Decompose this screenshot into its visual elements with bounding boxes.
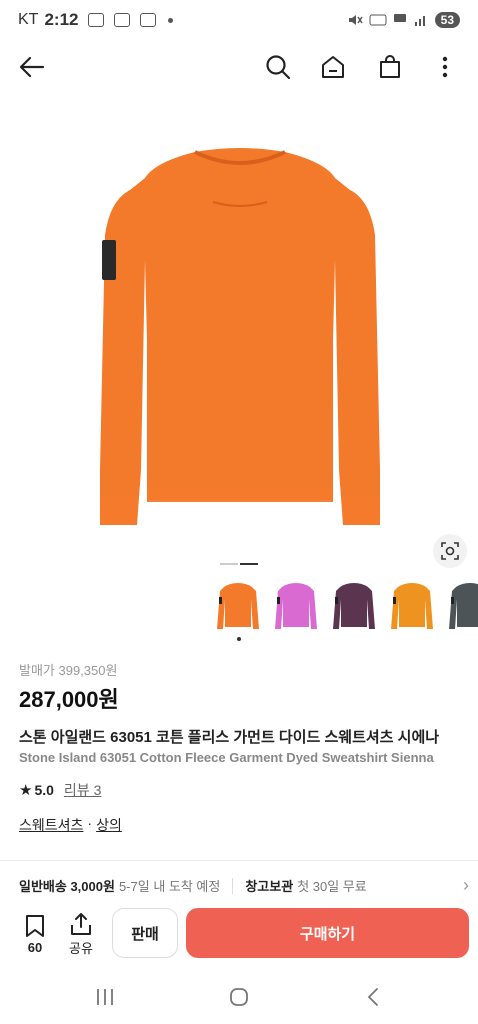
rating-row: ★ 5.0 리뷰 3 xyxy=(19,780,101,800)
product-title-korean: 스톤 아일랜드 63051 코튼 플리스 가먼트 다이드 스웨트셔츠 시에나 xyxy=(19,729,440,746)
image-indicator-1 xyxy=(220,563,238,565)
lens-icon xyxy=(441,542,459,560)
sweatshirt-thumbnail-icon xyxy=(449,583,478,629)
selected-thumbnail-dot xyxy=(237,637,241,641)
search-button[interactable] xyxy=(261,50,295,84)
bookmark-icon xyxy=(26,915,44,937)
color-thumbnail[interactable] xyxy=(214,578,262,636)
category-separator: · xyxy=(87,815,93,831)
home-system-button[interactable] xyxy=(224,984,254,1010)
more-vertical-icon xyxy=(442,56,448,78)
original-price: 발매가 399,350원 xyxy=(19,663,118,678)
sleeve-badge xyxy=(102,240,116,280)
sweatshirt-thumbnail-icon xyxy=(391,583,433,629)
clock: 2:12 xyxy=(44,10,79,29)
sweatshirt-thumbnail-icon xyxy=(217,583,259,629)
home-button[interactable] xyxy=(316,50,350,84)
divider xyxy=(0,860,478,861)
review-link[interactable]: 리뷰 3 xyxy=(64,780,101,800)
color-thumbnail[interactable] xyxy=(388,578,436,636)
pdf-notification-icon xyxy=(140,13,157,27)
star-icon: ★ xyxy=(19,782,33,799)
product-title-english: Stone Island 63051 Cotton Fleece Garment… xyxy=(19,750,434,765)
hd-icon xyxy=(369,14,387,26)
color-thumbnails xyxy=(214,578,478,640)
sweatshirt-image xyxy=(100,148,380,525)
network-5g-icon xyxy=(393,14,406,22)
back-button[interactable] xyxy=(15,50,49,84)
color-thumbnail[interactable] xyxy=(272,578,320,636)
sweatshirt-shape xyxy=(100,148,380,525)
system-navigation-bar xyxy=(0,970,478,1024)
search-icon xyxy=(266,55,291,80)
subcategory-link[interactable]: 상의 xyxy=(96,815,122,835)
standard-delivery-eta: 5-7일 내 도착 예정 xyxy=(118,879,221,894)
wishlist-count: 60 xyxy=(27,940,43,955)
recent-apps-icon xyxy=(97,989,113,1005)
delivery-info[interactable]: 일반배송 3,000원 5-7일 내 도착 예정 창고보관 첫 30일 무료 › xyxy=(19,875,469,896)
share-icon xyxy=(71,913,91,935)
color-thumbnail[interactable] xyxy=(330,578,378,636)
share-button[interactable]: 공유 xyxy=(64,912,98,957)
product-main-image[interactable] xyxy=(95,140,385,535)
image-search-button[interactable] xyxy=(433,534,467,568)
sweatshirt-thumbnail-icon xyxy=(333,583,375,629)
sweatshirt-thumbnail-icon xyxy=(275,583,317,629)
bottom-action-bar: 60 공유 판매 구매하기 xyxy=(0,900,478,970)
talk-notification-icon xyxy=(88,13,105,27)
color-thumbnail[interactable] xyxy=(446,578,478,636)
category-link[interactable]: 스웨트셔츠 xyxy=(19,815,83,835)
storage-label: 창고보관 xyxy=(245,879,294,894)
mute-icon xyxy=(348,15,363,25)
delivery-separator xyxy=(232,877,234,894)
home-circle-icon xyxy=(230,988,248,1006)
chevron-right-icon: › xyxy=(463,875,469,895)
carrier-label: KT xyxy=(18,11,39,28)
status-bar: KT 2:12 53 xyxy=(0,0,478,40)
storage-note: 첫 30일 무료 xyxy=(297,879,367,894)
battery-indicator: 53 xyxy=(434,12,460,28)
sell-button[interactable]: 판매 xyxy=(112,908,178,958)
category-row: 스웨트셔츠 · 상의 xyxy=(19,815,122,835)
home-icon xyxy=(322,56,344,78)
signal-icon xyxy=(414,16,425,26)
wishlist-button[interactable]: 60 xyxy=(18,914,52,955)
more-button[interactable] xyxy=(428,50,462,84)
top-navigation xyxy=(0,44,478,90)
image-indicator-2 xyxy=(240,563,258,565)
shopping-bag-icon xyxy=(380,55,400,78)
cart-button[interactable] xyxy=(373,50,407,84)
standard-delivery-label: 일반배송 3,000원 xyxy=(19,879,115,894)
screenshot-notification-icon xyxy=(114,13,131,27)
share-label: 공유 xyxy=(69,941,93,956)
price: 287,000원 xyxy=(19,687,119,712)
system-back-button[interactable] xyxy=(358,984,388,1010)
more-notifications-icon xyxy=(168,17,174,23)
arrow-left-icon xyxy=(19,56,45,78)
chevron-left-icon xyxy=(367,988,378,1006)
buy-button[interactable]: 구매하기 xyxy=(186,908,469,958)
rating-value: 5.0 xyxy=(34,782,54,798)
recent-apps-button[interactable] xyxy=(90,984,120,1010)
